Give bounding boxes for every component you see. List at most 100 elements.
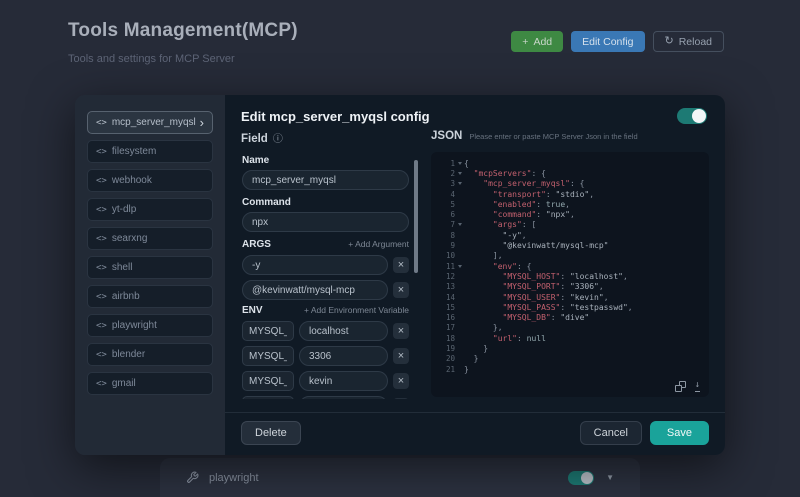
server-list-item[interactable]: <> webhook [87, 169, 213, 192]
remove-env-button[interactable]: × [393, 398, 409, 399]
server-item-label: searxng [111, 233, 148, 244]
scrollbar-thumb[interactable] [414, 160, 418, 273]
code-icon: <> [96, 146, 107, 157]
code-text: "mcpServers": { [473, 168, 546, 178]
line-number: 5 [450, 199, 455, 209]
code-icon: <> [96, 175, 107, 186]
code-text: "args": [ [492, 220, 537, 230]
code-text: } [464, 364, 469, 374]
line-number: 10 [445, 251, 455, 261]
code-icon: <> [96, 320, 107, 331]
env-key-input[interactable] [242, 321, 294, 341]
cancel-button[interactable]: Cancel [579, 421, 642, 445]
line-number: 8 [450, 230, 455, 240]
env-key-input[interactable] [242, 371, 294, 391]
server-list-item[interactable]: <> blender [87, 343, 213, 366]
tool-row-playwright[interactable]: playwright ▼ [160, 458, 640, 497]
page-subtitle: Tools and settings for MCP Server [68, 53, 235, 65]
tool-enabled-toggle[interactable] [568, 470, 595, 485]
fold-triangle [457, 223, 462, 227]
server-item-label: webhook [111, 175, 152, 186]
arg-input[interactable] [242, 280, 388, 300]
copy-icon[interactable] [674, 381, 686, 392]
fold-triangle [457, 264, 462, 268]
name-input[interactable] [242, 170, 409, 190]
server-list-item[interactable]: <> airbnb [87, 285, 213, 308]
env-value-input[interactable] [299, 396, 388, 399]
code-text: "MYSQL_PORT": "3306", [502, 282, 604, 292]
code-text: "env": { [492, 261, 532, 271]
fold-marker-icon[interactable] [455, 223, 464, 227]
reload-icon: ↻ [664, 35, 674, 47]
line-number: 21 [445, 364, 455, 374]
json-editor[interactable]: 1{2 "mcpServers": {3 "mcp_server_myqsl":… [431, 152, 709, 397]
code-text: } [464, 343, 489, 353]
server-item-label: shell [111, 262, 133, 273]
server-list-item[interactable]: <> filesystem [87, 140, 213, 163]
args-section-head: ARGS + Add Argument [242, 239, 409, 250]
server-list-item[interactable]: <> searxng [87, 227, 213, 250]
env-row: × [242, 396, 409, 399]
remove-env-button[interactable]: × [393, 373, 409, 389]
code-text: "MYSQL_HOST": "localhost", [502, 271, 628, 281]
server-item-label: gmail [111, 378, 136, 389]
env-section-head: ENV + Add Environment Variable [242, 305, 409, 316]
line-number: 12 [445, 271, 455, 281]
server-item-label: filesystem [111, 146, 157, 157]
page-header: Tools Management(MCP) Tools and settings… [68, 20, 298, 65]
code-line: 6 "command": "npx", [431, 209, 703, 219]
server-list-item[interactable]: <> gmail [87, 372, 213, 395]
command-label: Command [242, 197, 291, 208]
remove-arg-button[interactable]: × [393, 257, 409, 273]
code-icon: <> [96, 204, 107, 215]
toggle-knob [692, 109, 706, 123]
env-key-input[interactable] [242, 396, 294, 399]
code-line: 12 "MYSQL_HOST": "localhost", [431, 271, 703, 281]
delete-button[interactable]: Delete [241, 421, 301, 445]
remove-env-button[interactable]: × [393, 348, 409, 364]
add-env-link[interactable]: + Add Environment Variable [304, 305, 409, 315]
server-list-item[interactable]: <> shell [87, 256, 213, 279]
code-text: }, [464, 323, 503, 333]
code-text: "mcp_server_myqsl": { [483, 179, 585, 189]
toggle-knob [581, 471, 594, 484]
arg-input[interactable] [242, 255, 388, 275]
edit-config-button[interactable]: Edit Config [571, 31, 645, 52]
save-button[interactable]: Save [649, 421, 709, 445]
remove-arg-button[interactable]: × [393, 282, 409, 298]
tool-label: playwright [209, 471, 259, 484]
code-line: 18 "url": null [431, 333, 703, 343]
code-line: 7 "args": [ [431, 220, 703, 230]
args-label: ARGS [242, 239, 271, 250]
server-list-item[interactable]: <> mcp_server_myqsl › [87, 111, 213, 134]
code-line: 14 "MYSQL_USER": "kevin", [431, 292, 703, 302]
reload-button[interactable]: ↻ Reload [652, 31, 724, 52]
add-argument-link[interactable]: + Add Argument [348, 239, 409, 249]
remove-env-button[interactable]: × [393, 323, 409, 339]
fold-marker-icon[interactable] [455, 171, 464, 175]
command-input[interactable] [242, 212, 409, 232]
server-list-item[interactable]: <> playwright [87, 314, 213, 337]
json-column: JSON Please enter or paste MCP Server Js… [431, 130, 709, 412]
line-number: 1 [450, 158, 455, 168]
fold-marker-icon[interactable] [455, 182, 464, 186]
code-line: 13 "MYSQL_PORT": "3306", [431, 282, 703, 292]
chevron-down-icon[interactable]: ▼ [606, 473, 614, 482]
line-number: 11 [445, 261, 455, 271]
json-hint: Please enter or paste MCP Server Json in… [469, 132, 638, 141]
fold-triangle [457, 171, 462, 175]
dialog-header: Edit mcp_server_myqsl config [225, 95, 725, 130]
env-value-input[interactable] [299, 346, 388, 366]
add-button[interactable]: + Add [511, 31, 564, 52]
fold-marker-icon[interactable] [455, 161, 464, 165]
env-value-input[interactable] [299, 321, 388, 341]
download-icon[interactable]: ↓ [694, 381, 700, 392]
env-key-input[interactable] [242, 346, 294, 366]
env-value-input[interactable] [299, 371, 388, 391]
code-text: "transport": "stdio", [492, 189, 595, 199]
fold-marker-icon[interactable] [455, 264, 464, 268]
server-enabled-toggle[interactable] [677, 108, 707, 124]
fold-triangle [457, 182, 462, 186]
code-lines: 1{2 "mcpServers": {3 "mcp_server_myqsl":… [431, 158, 703, 374]
server-list-item[interactable]: <> yt-dlp [87, 198, 213, 221]
